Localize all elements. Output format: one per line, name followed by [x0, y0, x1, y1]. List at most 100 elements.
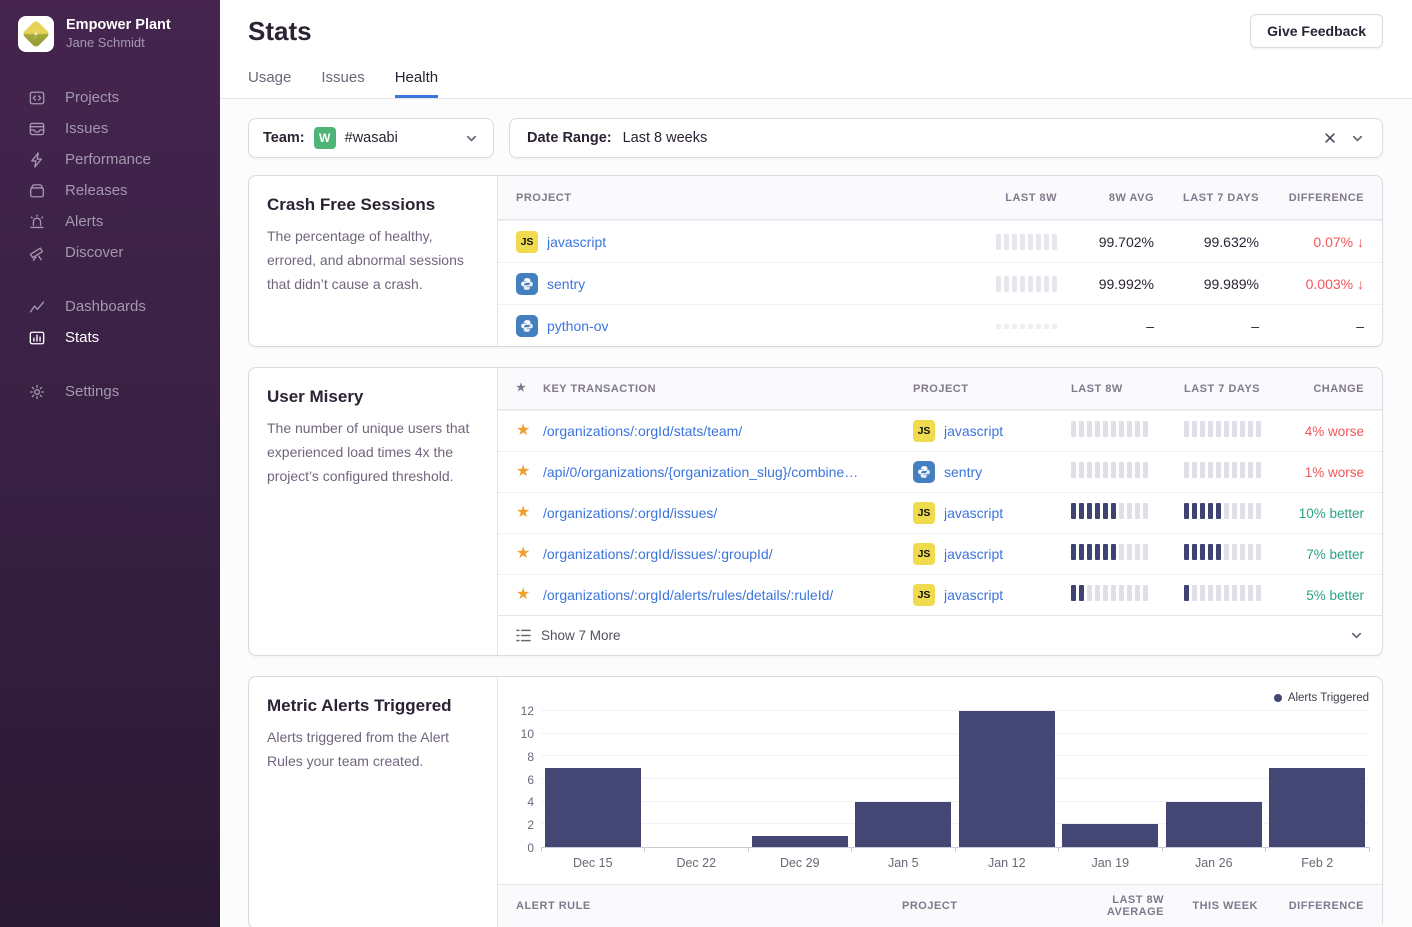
sidebar: Empower Plant Jane Schmidt Projects Issu…: [0, 0, 220, 927]
javascript-icon: JS: [913, 543, 935, 565]
score-bar: [1184, 585, 1261, 601]
tab-bar: Usage Issues Health: [220, 48, 1412, 99]
table-row: ★ /organizations/:orgId/alerts/rules/deta…: [498, 574, 1382, 615]
difference-value: 0.003% ↓: [1259, 276, 1364, 292]
org-name: Empower Plant: [66, 16, 171, 34]
sidebar-item-releases[interactable]: Releases: [0, 175, 220, 206]
transaction-link[interactable]: /organizations/:orgId/issues/:groupId/: [543, 546, 773, 562]
alerts-chart-plot: [541, 711, 1369, 848]
score-bar: [1071, 503, 1148, 519]
sidebar-item-label: Performance: [65, 151, 151, 168]
star-icon: ★: [516, 383, 532, 394]
panel-title: Metric Alerts Triggered: [267, 696, 479, 716]
column-last-7-days: LAST 7 DAYS: [1184, 383, 1284, 395]
tab-issues[interactable]: Issues: [321, 69, 364, 98]
last-7d-value: 99.989%: [1154, 276, 1259, 292]
tab-usage[interactable]: Usage: [248, 69, 291, 98]
dashboards-icon: [28, 298, 46, 316]
column-last-8w-average: LAST 8W AVERAGE: [1062, 894, 1164, 918]
project-link[interactable]: javascript: [547, 234, 606, 250]
column-key-transaction: KEY TRANSACTION: [543, 383, 656, 395]
chart-bar: [1269, 768, 1365, 847]
chart-bar: [1166, 802, 1262, 847]
transaction-link[interactable]: /api/0/organizations/{organization_slug}…: [543, 464, 858, 480]
org-user: Jane Schmidt: [66, 35, 171, 52]
sidebar-item-label: Releases: [65, 182, 128, 199]
project-link[interactable]: javascript: [944, 505, 1003, 521]
discover-icon: [28, 244, 46, 262]
python-icon: [516, 315, 538, 337]
org-switcher[interactable]: Empower Plant Jane Schmidt: [0, 0, 220, 68]
sidebar-item-label: Settings: [65, 383, 119, 400]
tab-health[interactable]: Health: [395, 69, 438, 98]
sidebar-item-issues[interactable]: Issues: [0, 113, 220, 144]
column-this-week: THIS WEEK: [1164, 900, 1258, 912]
panel-description: Alerts triggered from the Alert Rules yo…: [267, 725, 479, 773]
sidebar-item-label: Issues: [65, 120, 108, 137]
alerts-chart-xaxis: Dec 15Dec 22Dec 29Jan 5Jan 12Jan 19Jan 2…: [541, 848, 1369, 878]
health-content: Team: W #wasabi Date Range: Last 8 weeks…: [220, 99, 1412, 927]
sidebar-item-settings[interactable]: Settings: [0, 376, 220, 407]
transaction-link[interactable]: /organizations/:orgId/issues/: [543, 505, 717, 521]
settings-icon: [28, 383, 46, 401]
sidebar-item-performance[interactable]: Performance: [0, 144, 220, 175]
chart-bar: [855, 802, 951, 847]
org-avatar: [18, 16, 54, 52]
chart-bar: [1062, 824, 1158, 847]
key-transaction-star-icon[interactable]: ★: [516, 546, 532, 562]
project-link[interactable]: javascript: [944, 423, 1003, 439]
sidebar-item-dashboards[interactable]: Dashboards: [0, 291, 220, 322]
alerts-chart: Alerts Triggered 024681012 Dec 15Dec 22D…: [498, 677, 1382, 878]
panel-description: The number of unique users that experien…: [267, 416, 479, 488]
list-icon: [516, 629, 531, 642]
alerts-icon: [28, 213, 46, 231]
transaction-link[interactable]: /organizations/:orgId/stats/team/: [543, 423, 742, 439]
project-link[interactable]: sentry: [547, 276, 585, 292]
sidebar-item-label: Discover: [65, 244, 123, 261]
give-feedback-button[interactable]: Give Feedback: [1250, 14, 1383, 48]
project-link[interactable]: javascript: [944, 546, 1003, 562]
sidebar-item-label: Dashboards: [65, 298, 146, 315]
team-label: Team:: [263, 130, 305, 146]
team-value: #wasabi: [345, 130, 398, 146]
clear-icon[interactable]: [1323, 131, 1337, 145]
metric-alerts-panel: Metric Alerts Triggered Alerts triggered…: [248, 676, 1383, 927]
main-content: Stats Give Feedback Usage Issues Health …: [220, 0, 1412, 927]
table-row: ★ /api/0/organizations/{organization_slug…: [498, 451, 1382, 492]
chevron-down-icon: [464, 131, 479, 146]
show-more-button[interactable]: Show 7 More: [498, 615, 1382, 655]
sidebar-item-stats[interactable]: Stats: [0, 322, 220, 353]
difference-value: 0.07% ↓: [1259, 234, 1364, 250]
column-last-8w: LAST 8W: [942, 192, 1057, 204]
project-link[interactable]: python-ov: [547, 318, 608, 334]
page-title: Stats: [248, 16, 312, 47]
last-7d-value: 99.632%: [1154, 234, 1259, 250]
column-8w-avg: 8W AVG: [1057, 192, 1154, 204]
difference-value: –: [1259, 318, 1364, 334]
chevron-down-icon: [1350, 131, 1365, 146]
chevron-down-icon: [1349, 628, 1364, 643]
column-difference: DIFFERENCE: [1258, 900, 1364, 912]
javascript-icon: JS: [913, 584, 935, 606]
project-link[interactable]: sentry: [944, 464, 982, 480]
key-transaction-star-icon[interactable]: ★: [516, 505, 532, 521]
date-range-selector[interactable]: Date Range: Last 8 weeks: [509, 118, 1383, 158]
sidebar-item-label: Stats: [65, 329, 99, 346]
crash-free-sessions-panel: Crash Free Sessions The percentage of he…: [248, 175, 1383, 347]
team-selector[interactable]: Team: W #wasabi: [248, 118, 494, 158]
key-transaction-star-icon[interactable]: ★: [516, 423, 532, 439]
column-difference: DIFFERENCE: [1259, 192, 1364, 204]
key-transaction-star-icon[interactable]: ★: [516, 464, 532, 480]
sidebar-item-projects[interactable]: Projects: [0, 82, 220, 113]
project-link[interactable]: javascript: [944, 587, 1003, 603]
key-transaction-star-icon[interactable]: ★: [516, 587, 532, 603]
change-value: 1% worse: [1284, 465, 1364, 480]
score-bar: [1071, 421, 1148, 437]
sidebar-item-discover[interactable]: Discover: [0, 237, 220, 268]
alerts-chart-yaxis: 024681012: [516, 711, 541, 848]
javascript-icon: JS: [516, 231, 538, 253]
panel-title: User Misery: [267, 387, 479, 407]
projects-icon: [28, 89, 46, 107]
transaction-link[interactable]: /organizations/:orgId/alerts/rules/detai…: [543, 587, 833, 603]
sidebar-item-alerts[interactable]: Alerts: [0, 206, 220, 237]
